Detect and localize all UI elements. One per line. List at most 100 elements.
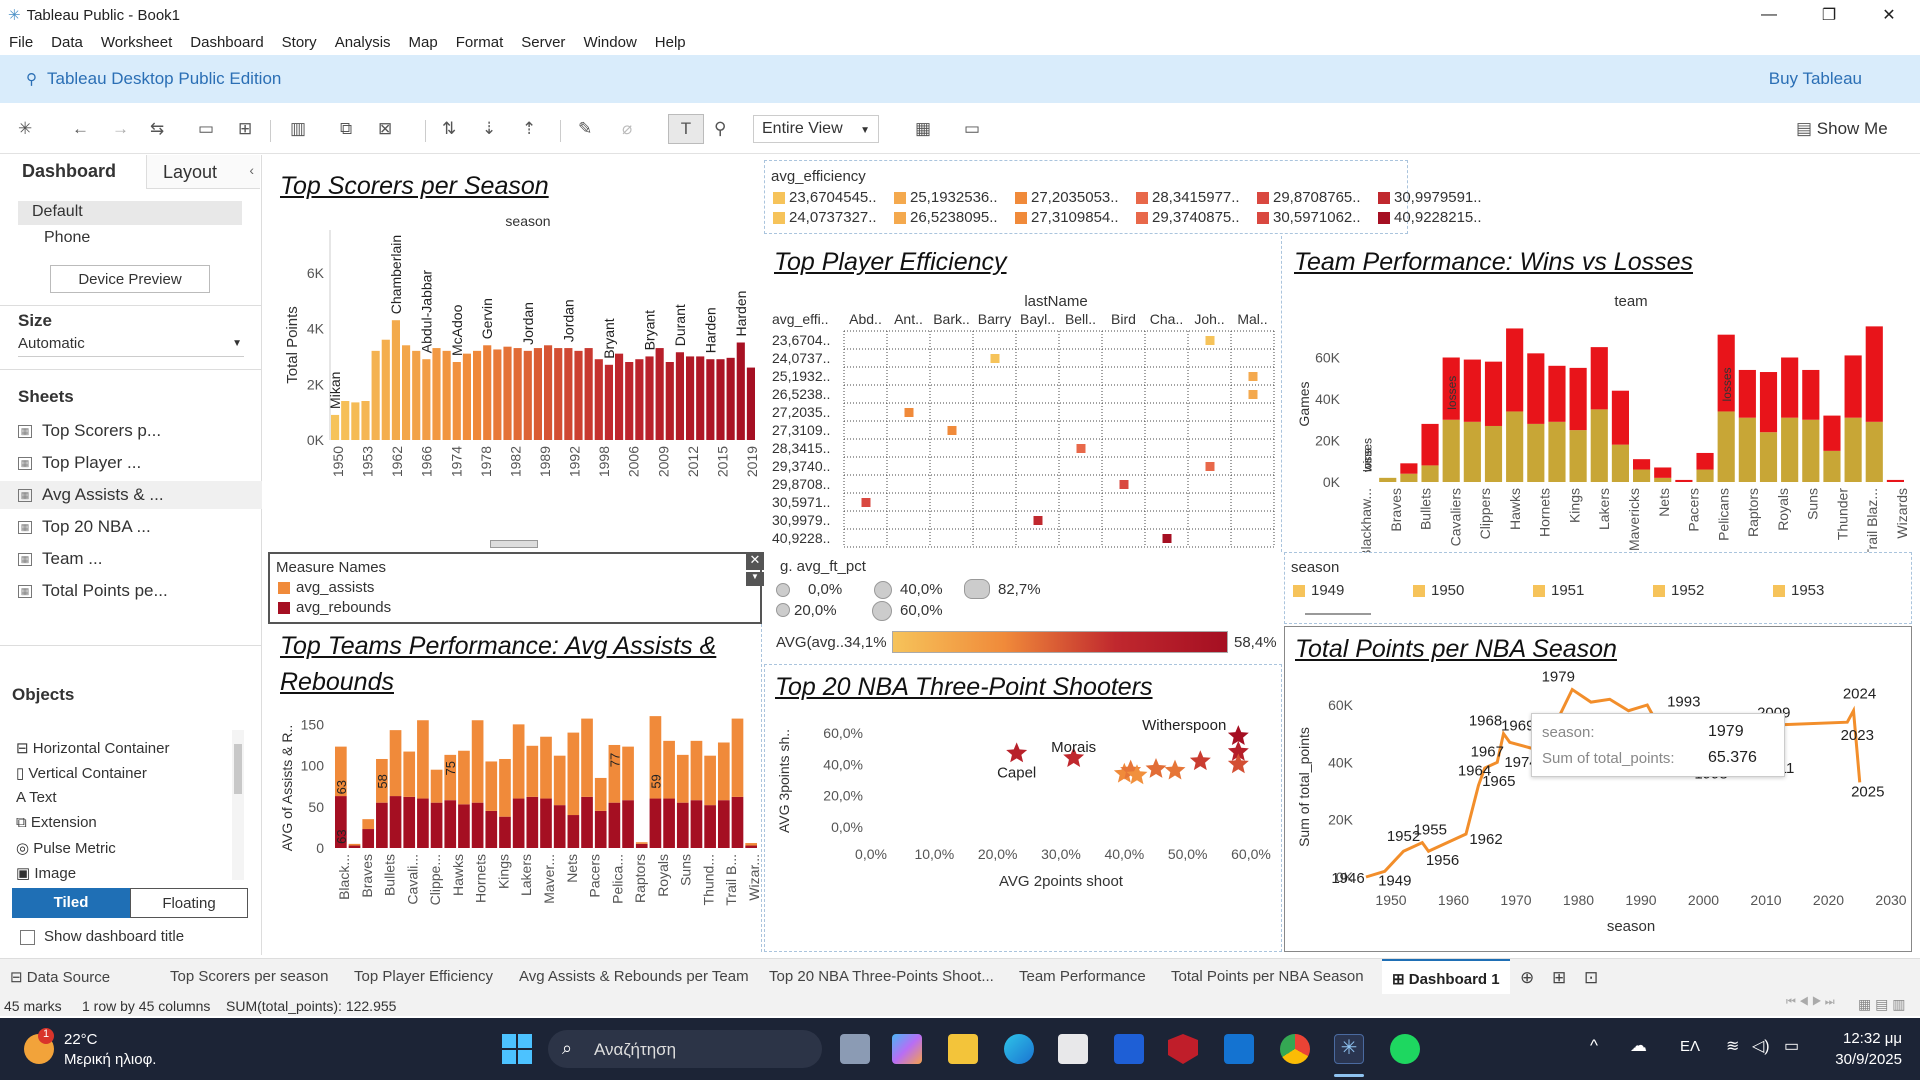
menu-analysis[interactable]: Analysis	[326, 34, 400, 51]
battery-icon[interactable]: ▭	[1784, 1036, 1799, 1056]
taskbar-search[interactable]: ⌕ Αναζήτηση	[548, 1030, 822, 1068]
outlook-icon[interactable]	[1224, 1034, 1254, 1064]
new-story-icon[interactable]: ⊡	[1584, 968, 1598, 988]
tab-total-points[interactable]: Total Points per NBA Season	[1171, 968, 1364, 985]
measure-names-legend[interactable]: Measure Names avg_assists avg_rebounds ✕…	[268, 552, 764, 624]
legend-scrollbar[interactable]	[1305, 613, 1371, 615]
menu-dashboard[interactable]: Dashboard	[181, 34, 272, 51]
onedrive-icon[interactable]: ☁	[1630, 1036, 1647, 1056]
tab-top-player-efficiency[interactable]: Top Player Efficiency	[354, 968, 493, 985]
presentation-icon[interactable]: ▭	[964, 119, 980, 139]
show-me-button[interactable]: ▤ Show Me	[1796, 119, 1888, 139]
tableau-home-icon[interactable]: ✳	[18, 119, 32, 139]
tab-nav-icons[interactable]: ⏮ ◀ ▶ ⏭	[1786, 996, 1835, 1009]
device-preview-button[interactable]: Device Preview	[50, 265, 210, 293]
tab-three-point[interactable]: Top 20 NBA Three-Points Shoot...	[769, 968, 994, 985]
floating-button[interactable]: Floating	[130, 888, 248, 918]
objects-scrollbar[interactable]	[232, 730, 244, 880]
store-icon[interactable]	[1058, 1034, 1088, 1064]
save-icon[interactable]: ▭	[198, 119, 214, 139]
sheet-item[interactable]: ▦ Top 20 NBA ...	[18, 513, 248, 541]
sheet-item[interactable]: ▦ Top Scorers p...	[18, 417, 248, 445]
sheet-item[interactable]: ▦ Team ...	[18, 545, 248, 573]
chevron-up-icon[interactable]: ^	[1590, 1036, 1598, 1056]
object-image[interactable]: ▣ Image	[16, 864, 76, 882]
clock-date[interactable]: 30/9/2025	[1828, 1051, 1902, 1068]
player-efficiency-sheet[interactable]: Top Player Efficiency lastName avg_effi..…	[764, 236, 1282, 552]
copilot-icon[interactable]	[892, 1034, 922, 1064]
tab-layout[interactable]: Layout ‹	[146, 155, 260, 189]
object-horizontal-container[interactable]: ⊟ Horizontal Container	[16, 739, 170, 757]
menu-worksheet[interactable]: Worksheet	[92, 34, 181, 51]
close-icon[interactable]: ✕	[746, 552, 764, 570]
windows-start-icon[interactable]	[502, 1034, 532, 1064]
assists-rebounds-sheet[interactable]: Top Teams Performance: Avg Assists & Reb…	[268, 624, 762, 952]
fix-axes-icon[interactable]: ⚲	[714, 119, 726, 139]
menu-file[interactable]: File	[0, 34, 42, 51]
object-pulse-metric[interactable]: ◎ Pulse Metric	[16, 839, 116, 857]
new-worksheet-icon[interactable]: ▥	[290, 119, 306, 139]
menu-story[interactable]: Story	[273, 34, 326, 51]
scrollbar-thumb[interactable]	[234, 744, 242, 794]
spotify-icon[interactable]	[1390, 1034, 1420, 1064]
redo-icon[interactable]: →	[112, 119, 129, 139]
tiled-button[interactable]: Tiled	[12, 888, 130, 918]
team-performance-sheet[interactable]: Team Performance: Wins vs Losses team Gam…	[1284, 236, 1912, 552]
new-worksheet-icon[interactable]: ⊕	[1520, 968, 1534, 988]
size-dropdown[interactable]: Automatic ▼	[18, 335, 244, 357]
menu-data[interactable]: Data	[42, 34, 92, 51]
new-dashboard-icon[interactable]: ⊞	[1552, 968, 1566, 988]
sheet-item[interactable]: ▦ Total Points pe...	[18, 577, 248, 605]
restore-button[interactable]: ❐	[1800, 0, 1858, 30]
wifi-icon[interactable]: ≋	[1726, 1036, 1739, 1056]
edge-icon[interactable]	[1004, 1034, 1034, 1064]
chrome-icon[interactable]	[1280, 1034, 1310, 1064]
device-default[interactable]: Default	[18, 201, 242, 225]
menu-server[interactable]: Server	[512, 34, 574, 51]
device-phone[interactable]: Phone	[44, 229, 90, 247]
clear-sheet-icon[interactable]: ⊠	[378, 119, 392, 139]
object-text[interactable]: A Text	[16, 789, 57, 806]
file-explorer-icon[interactable]	[948, 1034, 978, 1064]
menu-window[interactable]: Window	[574, 34, 645, 51]
sheet-item[interactable]: ▦ Avg Assists & ...	[0, 481, 262, 509]
language-indicator[interactable]: ΕΛ	[1680, 1038, 1700, 1055]
sort-descending-icon[interactable]: ⇡	[522, 119, 536, 139]
duplicate-icon[interactable]: ⧉	[340, 119, 352, 139]
close-button[interactable]: ✕	[1860, 0, 1918, 30]
menu-map[interactable]: Map	[400, 34, 447, 51]
tab-dashboard[interactable]: Dashboard	[22, 161, 116, 182]
clock-time[interactable]: 12:32 μμ	[1836, 1030, 1902, 1047]
replay-icon[interactable]: ⇆	[150, 119, 164, 139]
mcafee-icon[interactable]	[1168, 1034, 1198, 1064]
three-point-sheet[interactable]: Top 20 NBA Three-Point Shooters AVG 3poi…	[764, 664, 1282, 952]
tableau-icon[interactable]: ✳	[1334, 1034, 1364, 1064]
attach-icon[interactable]: ⌀	[622, 119, 632, 139]
show-title-checkbox[interactable]	[20, 930, 35, 945]
view-toggle-icons[interactable]: ▦ ▤ ▥	[1858, 996, 1905, 1013]
app-icon[interactable]	[1114, 1034, 1144, 1064]
tab-avg-assists-rebounds[interactable]: Avg Assists & Rebounds per Team	[519, 968, 749, 985]
minimize-button[interactable]: —	[1740, 0, 1798, 30]
resize-handle[interactable]	[490, 540, 538, 548]
show-labels-icon[interactable]: T	[668, 114, 704, 144]
object-vertical-container[interactable]: ▯ Vertical Container	[16, 764, 147, 782]
new-datasource-icon[interactable]: ⊞	[238, 119, 252, 139]
tab-dashboard-1[interactable]: ⊞ Dashboard 1	[1382, 959, 1510, 995]
chevron-down-icon[interactable]: ▼	[746, 572, 764, 586]
top-scorers-sheet[interactable]: Top Scorers per Season season Total Point…	[268, 160, 762, 550]
swap-icon[interactable]: ⇅	[442, 119, 456, 139]
sort-ascending-icon[interactable]: ⇣	[482, 119, 496, 139]
menu-format[interactable]: Format	[447, 34, 513, 51]
tab-data-source[interactable]: ⊟ Data Source	[10, 968, 110, 986]
view-mode-dropdown[interactable]: Entire View ▼	[753, 115, 879, 143]
volume-icon[interactable]: ◁)	[1752, 1036, 1770, 1056]
object-extension[interactable]: ⧉ Extension	[16, 814, 97, 831]
collapse-icon[interactable]: ‹	[249, 162, 254, 178]
tab-team-performance[interactable]: Team Performance	[1019, 968, 1146, 985]
highlight-icon[interactable]: ✎	[578, 119, 592, 139]
show-cards-icon[interactable]: ▦	[915, 119, 931, 139]
menu-help[interactable]: Help	[646, 34, 695, 51]
tab-top-scorers[interactable]: Top Scorers per season	[170, 968, 328, 985]
sheet-item[interactable]: ▦ Top Player ...	[18, 449, 248, 477]
